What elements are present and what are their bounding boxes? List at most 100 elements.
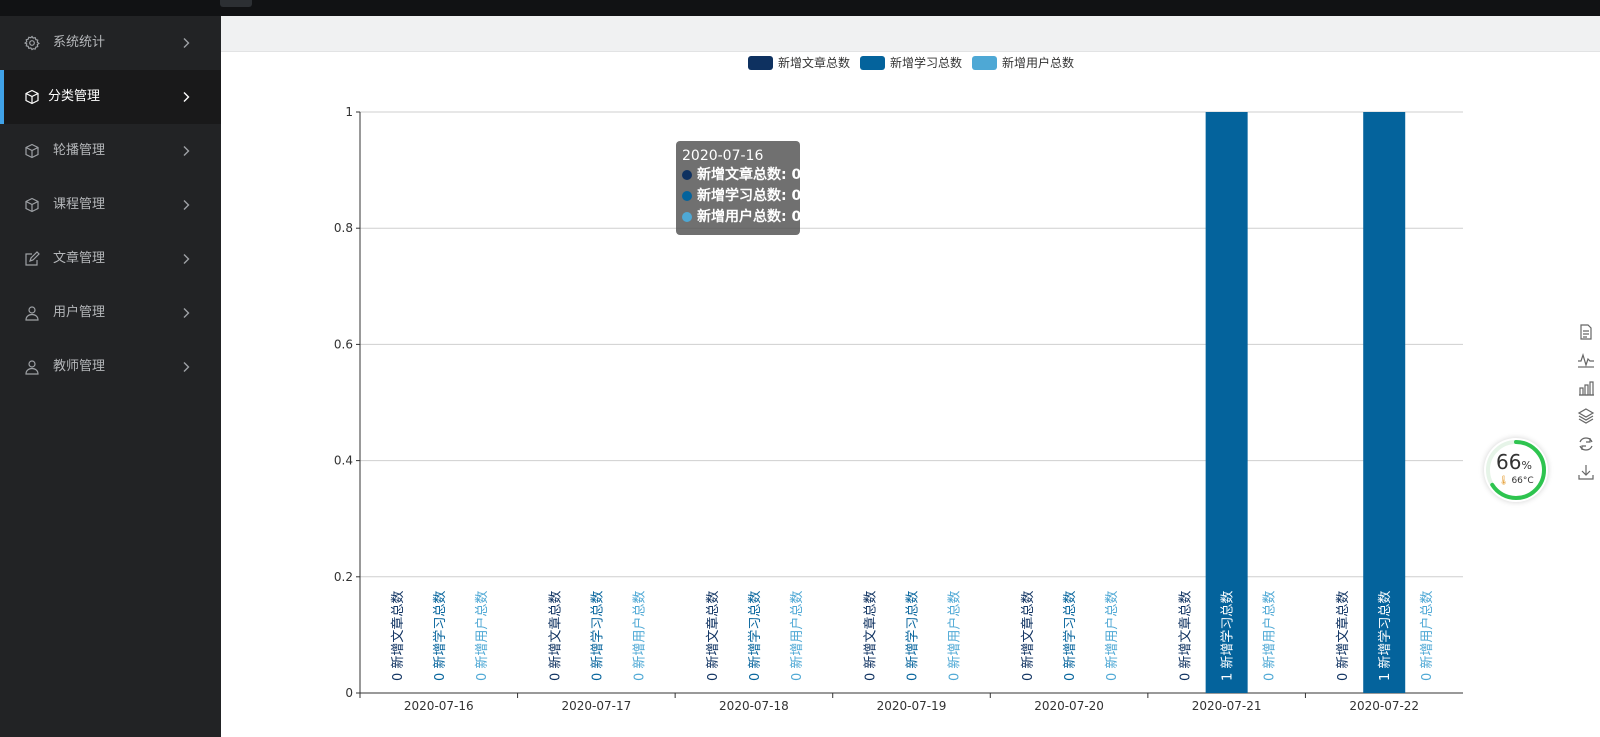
y-tick-label: 0.2 <box>334 570 353 584</box>
bar-data-label: 0 新增学习总数 <box>1062 591 1078 681</box>
tooltip-row-label: 新增用户总数: 0 <box>697 209 802 225</box>
bar-data-label: 0 新增文章总数 <box>547 591 563 681</box>
thermometer-icon: 🌡 <box>1498 476 1510 486</box>
tooltip-row-label: 新增文章总数: 0 <box>697 167 802 183</box>
cube-icon <box>24 143 40 159</box>
chevron-right-icon <box>180 307 192 319</box>
cube-icon <box>24 197 40 213</box>
tooltip-row: 新增用户总数: 0 <box>682 207 801 228</box>
sidebar: 系统统计分类管理轮播管理课程管理文章管理用户管理教师管理 <box>0 16 221 737</box>
tooltip-row: 新增学习总数: 0 <box>682 186 801 207</box>
legend-label: 新增用户总数 <box>1002 56 1075 70</box>
x-tick-label: 2020-07-18 <box>719 699 789 713</box>
x-tick-label: 2020-07-20 <box>1034 699 1104 713</box>
legend-swatch <box>860 56 886 70</box>
sidebar-item-label: 分类管理 <box>48 89 101 104</box>
x-tick-label: 2020-07-17 <box>561 699 631 713</box>
legend-item[interactable]: 新增学习总数 <box>860 55 962 71</box>
series-dot-icon <box>682 191 692 201</box>
bar-data-label: 0 新增学习总数 <box>747 591 763 681</box>
gear-icon <box>23 35 40 51</box>
sidebar-item[interactable]: 用户管理 <box>0 286 221 340</box>
chevron-right-icon <box>180 91 192 103</box>
bar-chart-icon[interactable] <box>1577 379 1595 397</box>
top-tab-chip[interactable] <box>220 0 252 7</box>
active-indicator <box>0 70 4 124</box>
sidebar-item[interactable]: 课程管理 <box>0 178 221 232</box>
bar-data-label: 0 新增学习总数 <box>905 591 921 681</box>
bar-data-label: 0 新增文章总数 <box>1020 591 1036 681</box>
bar-data-label: 0 新增用户总数 <box>1419 591 1435 681</box>
user-icon <box>24 359 40 375</box>
bar-data-label: 0 新增学习总数 <box>589 591 605 681</box>
top-bar <box>0 0 1600 16</box>
tooltip-title: 2020-07-16 <box>682 148 764 164</box>
bar-data-label: 0 新增学习总数 <box>432 591 448 681</box>
chevron-right-icon <box>180 253 192 265</box>
bar-data-label: 1 新增学习总数 <box>1377 591 1393 681</box>
data-view-icon[interactable] <box>1577 323 1595 341</box>
sidebar-item-label: 课程管理 <box>53 197 106 212</box>
x-tick-label: 2020-07-22 <box>1349 699 1419 713</box>
gauge-temperature: 🌡 66°C <box>1498 476 1534 486</box>
gauge-number: 66 <box>1496 450 1522 474</box>
y-tick-label: 1 <box>345 105 353 119</box>
cube-icon <box>24 89 40 105</box>
bar-data-label: 0 新增文章总数 <box>1178 591 1194 681</box>
sidebar-item-label: 用户管理 <box>53 305 106 320</box>
sidebar-item[interactable]: 教师管理 <box>0 340 221 394</box>
bar-data-label: 0 新增用户总数 <box>789 591 805 681</box>
legend-swatch <box>748 56 773 70</box>
legend-label: 新增文章总数 <box>778 56 851 70</box>
bar-data-label: 0 新增文章总数 <box>390 591 406 681</box>
refresh-icon[interactable] <box>1577 435 1595 453</box>
edit-icon <box>24 251 40 267</box>
bar-data-label: 0 新增用户总数 <box>1104 591 1120 681</box>
y-tick-label: 0 <box>345 686 353 700</box>
sidebar-item[interactable]: 分类管理 <box>0 70 221 124</box>
sidebar-item[interactable]: 文章管理 <box>0 232 221 286</box>
chevron-right-icon <box>180 361 192 373</box>
gauge-unit: % <box>1521 459 1532 472</box>
legend-label: 新增学习总数 <box>890 56 963 70</box>
tooltip-row-label: 新增学习总数: 0 <box>697 188 802 204</box>
sidebar-item[interactable]: 轮播管理 <box>0 124 221 178</box>
chevron-right-icon <box>180 145 192 157</box>
bar-data-label: 0 新增用户总数 <box>631 591 647 681</box>
y-tick-label: 0.4 <box>334 454 353 468</box>
x-tick-label: 2020-07-21 <box>1192 699 1262 713</box>
bar-data-label: 0 新增用户总数 <box>947 591 963 681</box>
sidebar-item-label: 文章管理 <box>53 251 106 266</box>
bar-data-label: 0 新增文章总数 <box>1335 591 1351 681</box>
bar-data-label: 0 新增用户总数 <box>474 591 490 681</box>
chart-tooltip: 2020-07-16 新增文章总数: 0 新增学习总数: 0 新增用户总数: 0 <box>676 141 802 235</box>
x-tick-label: 2020-07-16 <box>404 699 474 713</box>
bar-chart: 0 0.2 0.4 0.6 0.8 1 2020-07-16 0 新增文章总数 0 新增学习总数… <box>334 105 1463 713</box>
bar-data-label: 0 新增文章总数 <box>705 591 721 681</box>
x-tick-label: 2020-07-19 <box>877 699 947 713</box>
line-chart-icon[interactable] <box>1577 351 1595 369</box>
chevron-right-icon <box>180 37 192 49</box>
tabs-bar <box>221 16 1600 52</box>
chevron-right-icon <box>180 199 192 211</box>
sidebar-item-label: 教师管理 <box>53 359 106 374</box>
download-icon[interactable] <box>1577 463 1595 481</box>
sidebar-item[interactable]: 系统统计 <box>0 16 221 70</box>
legend-item[interactable]: 新增用户总数 <box>972 55 1074 71</box>
gauge-value: 66% <box>1496 452 1532 476</box>
series-dot-icon <box>682 212 692 222</box>
bar-data-label: 1 新增学习总数 <box>1220 591 1236 681</box>
stack-icon[interactable] <box>1577 407 1595 425</box>
series-dot-icon <box>682 170 692 180</box>
bar-data-label: 0 新增文章总数 <box>863 591 879 681</box>
temp-value: 66°C <box>1511 476 1534 486</box>
chart-legend: 新增文章总数 新增学习总数 新增用户总数 <box>748 55 1084 71</box>
sidebar-item-label: 系统统计 <box>53 35 106 50</box>
sidebar-item-label: 轮播管理 <box>53 143 106 158</box>
legend-swatch <box>972 56 998 70</box>
y-tick-label: 0.6 <box>334 337 353 351</box>
bar-data-label: 0 新增用户总数 <box>1262 591 1278 681</box>
legend-item[interactable]: 新增文章总数 <box>748 55 850 71</box>
user-icon <box>24 305 40 321</box>
performance-widget[interactable]: 66% 🌡 66°C <box>1484 438 1548 502</box>
